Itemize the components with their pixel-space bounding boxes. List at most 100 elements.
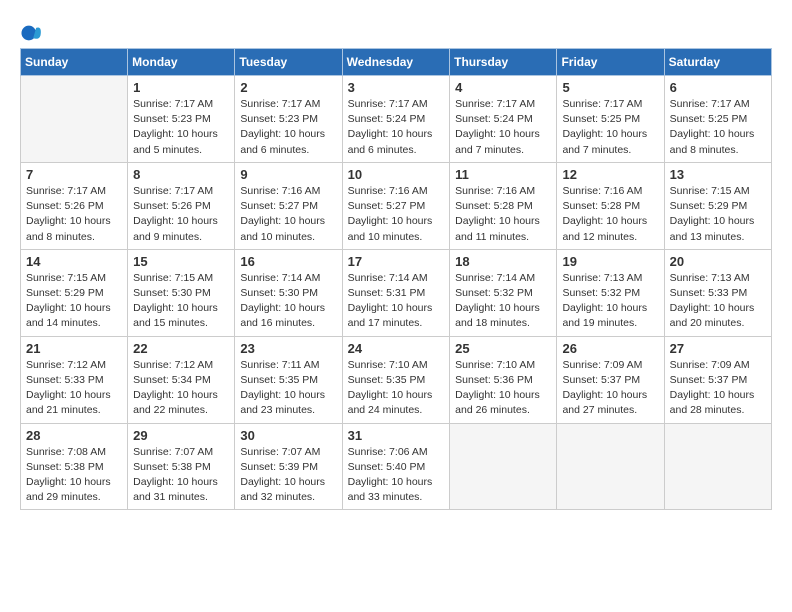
calendar-cell: 4 Sunrise: 7:17 AM Sunset: 5:24 PM Daylig…	[450, 76, 557, 163]
day-number: 2	[240, 80, 336, 95]
logo	[20, 22, 46, 44]
day-info: Sunrise: 7:14 AM Sunset: 5:31 PM Dayligh…	[348, 271, 445, 332]
day-number: 22	[133, 341, 229, 356]
day-info: Sunrise: 7:12 AM Sunset: 5:34 PM Dayligh…	[133, 358, 229, 419]
calendar-cell: 30 Sunrise: 7:07 AM Sunset: 5:39 PM Dayli…	[235, 423, 342, 510]
day-info: Sunrise: 7:06 AM Sunset: 5:40 PM Dayligh…	[348, 445, 445, 506]
calendar-cell: 28 Sunrise: 7:08 AM Sunset: 5:38 PM Dayli…	[21, 423, 128, 510]
day-number: 29	[133, 428, 229, 443]
weekday-header-saturday: Saturday	[664, 49, 771, 76]
day-info: Sunrise: 7:16 AM Sunset: 5:28 PM Dayligh…	[455, 184, 551, 245]
calendar-cell: 18 Sunrise: 7:14 AM Sunset: 5:32 PM Dayli…	[450, 249, 557, 336]
day-info: Sunrise: 7:13 AM Sunset: 5:33 PM Dayligh…	[670, 271, 766, 332]
day-number: 24	[348, 341, 445, 356]
day-info: Sunrise: 7:08 AM Sunset: 5:38 PM Dayligh…	[26, 445, 122, 506]
day-info: Sunrise: 7:07 AM Sunset: 5:39 PM Dayligh…	[240, 445, 336, 506]
day-number: 20	[670, 254, 766, 269]
weekday-header-sunday: Sunday	[21, 49, 128, 76]
calendar-cell	[664, 423, 771, 510]
calendar-table: SundayMondayTuesdayWednesdayThursdayFrid…	[20, 48, 772, 510]
day-number: 13	[670, 167, 766, 182]
calendar-cell: 21 Sunrise: 7:12 AM Sunset: 5:33 PM Dayli…	[21, 336, 128, 423]
day-info: Sunrise: 7:17 AM Sunset: 5:26 PM Dayligh…	[26, 184, 122, 245]
day-number: 26	[562, 341, 658, 356]
day-number: 1	[133, 80, 229, 95]
day-number: 12	[562, 167, 658, 182]
day-info: Sunrise: 7:15 AM Sunset: 5:29 PM Dayligh…	[26, 271, 122, 332]
day-number: 14	[26, 254, 122, 269]
day-number: 28	[26, 428, 122, 443]
calendar-cell: 29 Sunrise: 7:07 AM Sunset: 5:38 PM Dayli…	[128, 423, 235, 510]
day-info: Sunrise: 7:17 AM Sunset: 5:24 PM Dayligh…	[348, 97, 445, 158]
day-info: Sunrise: 7:09 AM Sunset: 5:37 PM Dayligh…	[562, 358, 658, 419]
calendar-cell: 5 Sunrise: 7:17 AM Sunset: 5:25 PM Daylig…	[557, 76, 664, 163]
day-number: 8	[133, 167, 229, 182]
day-info: Sunrise: 7:12 AM Sunset: 5:33 PM Dayligh…	[26, 358, 122, 419]
week-row-2: 7 Sunrise: 7:17 AM Sunset: 5:26 PM Daylig…	[21, 162, 772, 249]
day-number: 25	[455, 341, 551, 356]
day-info: Sunrise: 7:16 AM Sunset: 5:27 PM Dayligh…	[240, 184, 336, 245]
day-info: Sunrise: 7:16 AM Sunset: 5:27 PM Dayligh…	[348, 184, 445, 245]
day-number: 18	[455, 254, 551, 269]
day-number: 5	[562, 80, 658, 95]
header	[20, 18, 772, 44]
day-number: 30	[240, 428, 336, 443]
calendar-cell: 23Sunrise: 7:11 AM Sunset: 5:35 PM Dayli…	[235, 336, 342, 423]
day-info: Sunrise: 7:09 AM Sunset: 5:37 PM Dayligh…	[670, 358, 766, 419]
day-info: Sunrise: 7:15 AM Sunset: 5:30 PM Dayligh…	[133, 271, 229, 332]
day-number: 4	[455, 80, 551, 95]
calendar-cell: 8 Sunrise: 7:17 AM Sunset: 5:26 PM Daylig…	[128, 162, 235, 249]
day-info: Sunrise: 7:16 AM Sunset: 5:28 PM Dayligh…	[562, 184, 658, 245]
day-info: Sunrise: 7:17 AM Sunset: 5:25 PM Dayligh…	[562, 97, 658, 158]
day-number: 21	[26, 341, 122, 356]
calendar-cell: 6 Sunrise: 7:17 AM Sunset: 5:25 PM Daylig…	[664, 76, 771, 163]
day-info: Sunrise: 7:17 AM Sunset: 5:25 PM Dayligh…	[670, 97, 766, 158]
day-info: Sunrise: 7:15 AM Sunset: 5:29 PM Dayligh…	[670, 184, 766, 245]
weekday-header-thursday: Thursday	[450, 49, 557, 76]
calendar-cell: 14 Sunrise: 7:15 AM Sunset: 5:29 PM Dayli…	[21, 249, 128, 336]
calendar-cell: 24 Sunrise: 7:10 AM Sunset: 5:35 PM Dayli…	[342, 336, 450, 423]
calendar-cell: 7 Sunrise: 7:17 AM Sunset: 5:26 PM Daylig…	[21, 162, 128, 249]
calendar-cell: 13 Sunrise: 7:15 AM Sunset: 5:29 PM Dayli…	[664, 162, 771, 249]
day-info: Sunrise: 7:17 AM Sunset: 5:23 PM Dayligh…	[133, 97, 229, 158]
day-info: Sunrise: 7:17 AM Sunset: 5:24 PM Dayligh…	[455, 97, 551, 158]
weekday-header-wednesday: Wednesday	[342, 49, 450, 76]
day-number: 6	[670, 80, 766, 95]
day-number: 7	[26, 167, 122, 182]
calendar-cell: 3 Sunrise: 7:17 AM Sunset: 5:24 PM Daylig…	[342, 76, 450, 163]
main-container: SundayMondayTuesdayWednesdayThursdayFrid…	[0, 0, 792, 520]
day-info: Sunrise: 7:13 AM Sunset: 5:32 PM Dayligh…	[562, 271, 658, 332]
calendar-cell: 25 Sunrise: 7:10 AM Sunset: 5:36 PM Dayli…	[450, 336, 557, 423]
calendar-cell: 16Sunrise: 7:14 AM Sunset: 5:30 PM Dayli…	[235, 249, 342, 336]
day-number: 10	[348, 167, 445, 182]
weekday-header-tuesday: Tuesday	[235, 49, 342, 76]
calendar-cell: 26 Sunrise: 7:09 AM Sunset: 5:37 PM Dayli…	[557, 336, 664, 423]
day-info: Sunrise: 7:14 AM Sunset: 5:32 PM Dayligh…	[455, 271, 551, 332]
day-number: 3	[348, 80, 445, 95]
weekday-header-row: SundayMondayTuesdayWednesdayThursdayFrid…	[21, 49, 772, 76]
calendar-cell: 10 Sunrise: 7:16 AM Sunset: 5:27 PM Dayli…	[342, 162, 450, 249]
weekday-header-friday: Friday	[557, 49, 664, 76]
weekday-header-monday: Monday	[128, 49, 235, 76]
day-info: Sunrise: 7:17 AM Sunset: 5:26 PM Dayligh…	[133, 184, 229, 245]
calendar-cell: 1 Sunrise: 7:17 AM Sunset: 5:23 PM Daylig…	[128, 76, 235, 163]
calendar-cell: 17Sunrise: 7:14 AM Sunset: 5:31 PM Dayli…	[342, 249, 450, 336]
calendar-cell	[557, 423, 664, 510]
day-info: Sunrise: 7:07 AM Sunset: 5:38 PM Dayligh…	[133, 445, 229, 506]
calendar-cell: 27Sunrise: 7:09 AM Sunset: 5:37 PM Dayli…	[664, 336, 771, 423]
week-row-1: 1 Sunrise: 7:17 AM Sunset: 5:23 PM Daylig…	[21, 76, 772, 163]
calendar-cell: 31 Sunrise: 7:06 AM Sunset: 5:40 PM Dayli…	[342, 423, 450, 510]
day-number: 19	[562, 254, 658, 269]
calendar-cell: 12 Sunrise: 7:16 AM Sunset: 5:28 PM Dayli…	[557, 162, 664, 249]
calendar-cell	[21, 76, 128, 163]
calendar-cell	[450, 423, 557, 510]
calendar-cell: 22 Sunrise: 7:12 AM Sunset: 5:34 PM Dayli…	[128, 336, 235, 423]
day-info: Sunrise: 7:10 AM Sunset: 5:36 PM Dayligh…	[455, 358, 551, 419]
day-number: 16	[240, 254, 336, 269]
calendar-cell: 15Sunrise: 7:15 AM Sunset: 5:30 PM Dayli…	[128, 249, 235, 336]
week-row-4: 21 Sunrise: 7:12 AM Sunset: 5:33 PM Dayli…	[21, 336, 772, 423]
day-info: Sunrise: 7:10 AM Sunset: 5:35 PM Dayligh…	[348, 358, 445, 419]
calendar-cell: 2Sunrise: 7:17 AM Sunset: 5:23 PM Daylig…	[235, 76, 342, 163]
week-row-3: 14 Sunrise: 7:15 AM Sunset: 5:29 PM Dayli…	[21, 249, 772, 336]
day-number: 31	[348, 428, 445, 443]
